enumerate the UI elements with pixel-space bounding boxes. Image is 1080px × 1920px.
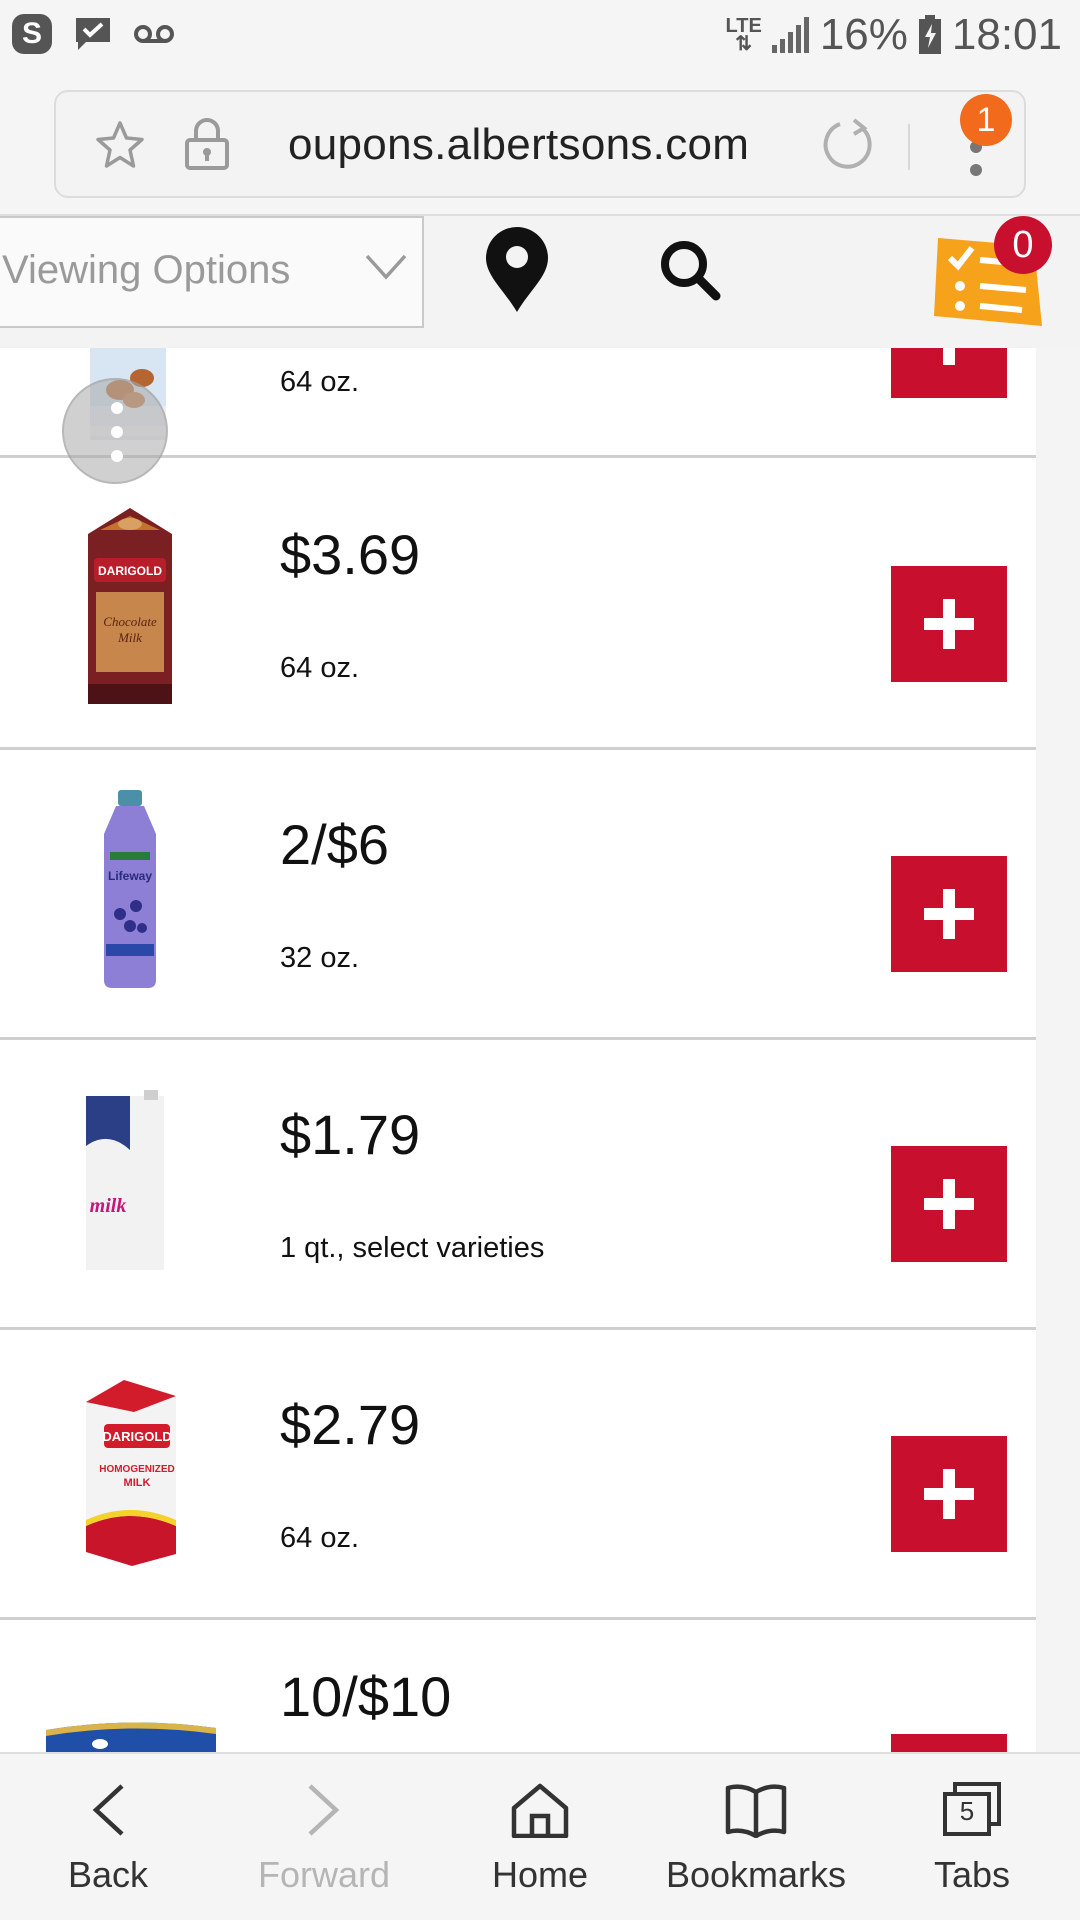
chevron-down-icon bbox=[365, 254, 407, 280]
add-coupon-button[interactable] bbox=[891, 566, 1007, 682]
nav-back-label: Back bbox=[67, 1854, 149, 1895]
coupon-size: 64 oz. bbox=[280, 652, 359, 684]
product-image-homogenized-milk: DARIGOLD HOMOGENIZED MILK bbox=[86, 1380, 176, 1566]
status-left-icons: S bbox=[12, 14, 174, 54]
nav-forward-label: Forward bbox=[257, 1854, 391, 1895]
overflow-menu-button[interactable] bbox=[62, 378, 168, 484]
add-coupon-button[interactable] bbox=[891, 1734, 1007, 1752]
forward-arrow-icon bbox=[308, 1784, 340, 1836]
add-coupon-button[interactable] bbox=[891, 1436, 1007, 1552]
add-coupon-button[interactable] bbox=[891, 348, 1007, 398]
nav-home[interactable]: Home bbox=[432, 1754, 648, 1920]
nav-bookmarks[interactable]: Bookmarks bbox=[648, 1754, 864, 1920]
page-right-gutter bbox=[1036, 348, 1080, 1752]
data-arrows-icon: ⇅ bbox=[735, 33, 753, 55]
url-divider bbox=[908, 124, 910, 170]
svg-text:Lifeway: Lifeway bbox=[108, 869, 152, 883]
more-dot bbox=[111, 450, 123, 462]
browser-bottom-nav: Back Forward Home Bookmarks 5 Tabs bbox=[0, 1752, 1080, 1920]
coupon-row[interactable]: DARIGOLD HOMOGENIZED MILK $2.79 64 oz. bbox=[0, 1330, 1036, 1620]
coupon-size: 64 oz. bbox=[280, 366, 359, 398]
coupon-price: 2/$6 bbox=[280, 813, 389, 876]
add-coupon-button[interactable] bbox=[891, 1146, 1007, 1262]
status-right-icons: LTE ⇅ 16% 18:01 bbox=[726, 10, 1062, 60]
product-image-chocolate-milk: DARIGOLD Chocolate Milk bbox=[88, 508, 172, 704]
more-dot bbox=[111, 402, 123, 414]
voicemail-icon bbox=[134, 25, 174, 43]
list-count-badge[interactable]: 0 bbox=[994, 216, 1052, 274]
coupon-row[interactable]: parmalat milk $1.79 1 qt., select variet… bbox=[0, 1040, 1036, 1330]
svg-text:DARIGOLD: DARIGOLD bbox=[98, 564, 162, 578]
nav-home-label: Home bbox=[491, 1854, 589, 1895]
tabs-count: 5 bbox=[959, 1796, 975, 1826]
network-type: LTE ⇅ bbox=[726, 16, 762, 55]
product-image-parmalat: parmalat milk bbox=[86, 1090, 164, 1270]
search-icon[interactable] bbox=[658, 238, 722, 302]
plus-icon bbox=[943, 348, 955, 365]
notification-badge[interactable]: 1 bbox=[960, 94, 1012, 146]
coupon-price: $2.79 bbox=[280, 1393, 421, 1456]
add-coupon-button[interactable] bbox=[891, 856, 1007, 972]
plus-icon bbox=[943, 599, 955, 649]
lock-icon[interactable] bbox=[184, 116, 230, 170]
url-text[interactable]: oupons.albertsons.com bbox=[288, 120, 749, 170]
plus-icon bbox=[943, 1179, 955, 1229]
nav-tabs-label: Tabs bbox=[933, 1854, 1011, 1895]
product-image-dough-can bbox=[46, 1722, 216, 1752]
nav-bookmarks-label: Bookmarks bbox=[665, 1854, 847, 1895]
coupon-price: $3.69 bbox=[280, 523, 421, 586]
svg-text:Chocolate: Chocolate bbox=[103, 614, 157, 629]
coupon-row[interactable]: DARIGOLD Chocolate Milk $3.69 64 oz. bbox=[0, 460, 1036, 750]
svg-text:DARIGOLD: DARIGOLD bbox=[102, 1429, 171, 1444]
back-arrow-icon bbox=[92, 1784, 124, 1836]
battery-charging-icon bbox=[918, 15, 941, 54]
skype-icon: S bbox=[12, 14, 52, 54]
status-bar: S LTE ⇅ 16% 18:01 bbox=[0, 0, 1080, 76]
coupon-price: $1.79 bbox=[280, 1103, 421, 1166]
plus-icon bbox=[943, 1469, 955, 1519]
viewing-options-label: Viewing Options bbox=[2, 248, 291, 292]
home-icon bbox=[511, 1783, 569, 1838]
location-pin-icon[interactable] bbox=[484, 226, 550, 314]
nav-forward[interactable]: Forward bbox=[216, 1754, 432, 1920]
bookmark-star-icon[interactable] bbox=[94, 119, 146, 171]
svg-text:milk: milk bbox=[90, 1195, 127, 1217]
more-dot bbox=[111, 426, 123, 438]
address-bar[interactable]: oupons.albertsons.com bbox=[54, 90, 1026, 198]
nav-back[interactable]: Back bbox=[0, 1754, 216, 1920]
battery-percent: 16% bbox=[819, 10, 908, 59]
bookmarks-book-icon bbox=[725, 1784, 787, 1838]
svg-text:HOMOGENIZED: HOMOGENIZED bbox=[99, 1464, 175, 1475]
nav-tabs[interactable]: 5 Tabs bbox=[864, 1754, 1080, 1920]
viewing-options-dropdown[interactable]: Viewing Options bbox=[0, 216, 424, 328]
product-image-kefir: Lifeway bbox=[104, 790, 156, 988]
coupon-size: 32 oz. bbox=[280, 942, 359, 974]
coupon-row[interactable]: 10/$10 bbox=[0, 1620, 1036, 1752]
coupon-list: 64 oz. DARIGOLD Chocolate Milk $3.69 64 … bbox=[0, 348, 1036, 1752]
plus-icon bbox=[943, 889, 955, 939]
site-header: Viewing Options 0 bbox=[0, 216, 1080, 348]
coupon-size: 64 oz. bbox=[280, 1522, 359, 1554]
coupon-row[interactable]: Lifeway 2/$6 32 oz. bbox=[0, 750, 1036, 1040]
clock: 18:01 bbox=[951, 10, 1062, 59]
message-check-icon bbox=[76, 18, 110, 50]
tabs-icon: 5 bbox=[941, 1782, 1003, 1838]
browser-toolbar: oupons.albertsons.com 1 bbox=[0, 76, 1080, 216]
reload-icon[interactable] bbox=[820, 116, 876, 172]
svg-text:Milk: Milk bbox=[117, 630, 142, 645]
coupon-price: 10/$10 bbox=[280, 1665, 452, 1728]
svg-text:MILK: MILK bbox=[124, 1477, 151, 1489]
coupon-size: 1 qt., select varieties bbox=[280, 1232, 545, 1264]
signal-icon bbox=[771, 17, 809, 53]
